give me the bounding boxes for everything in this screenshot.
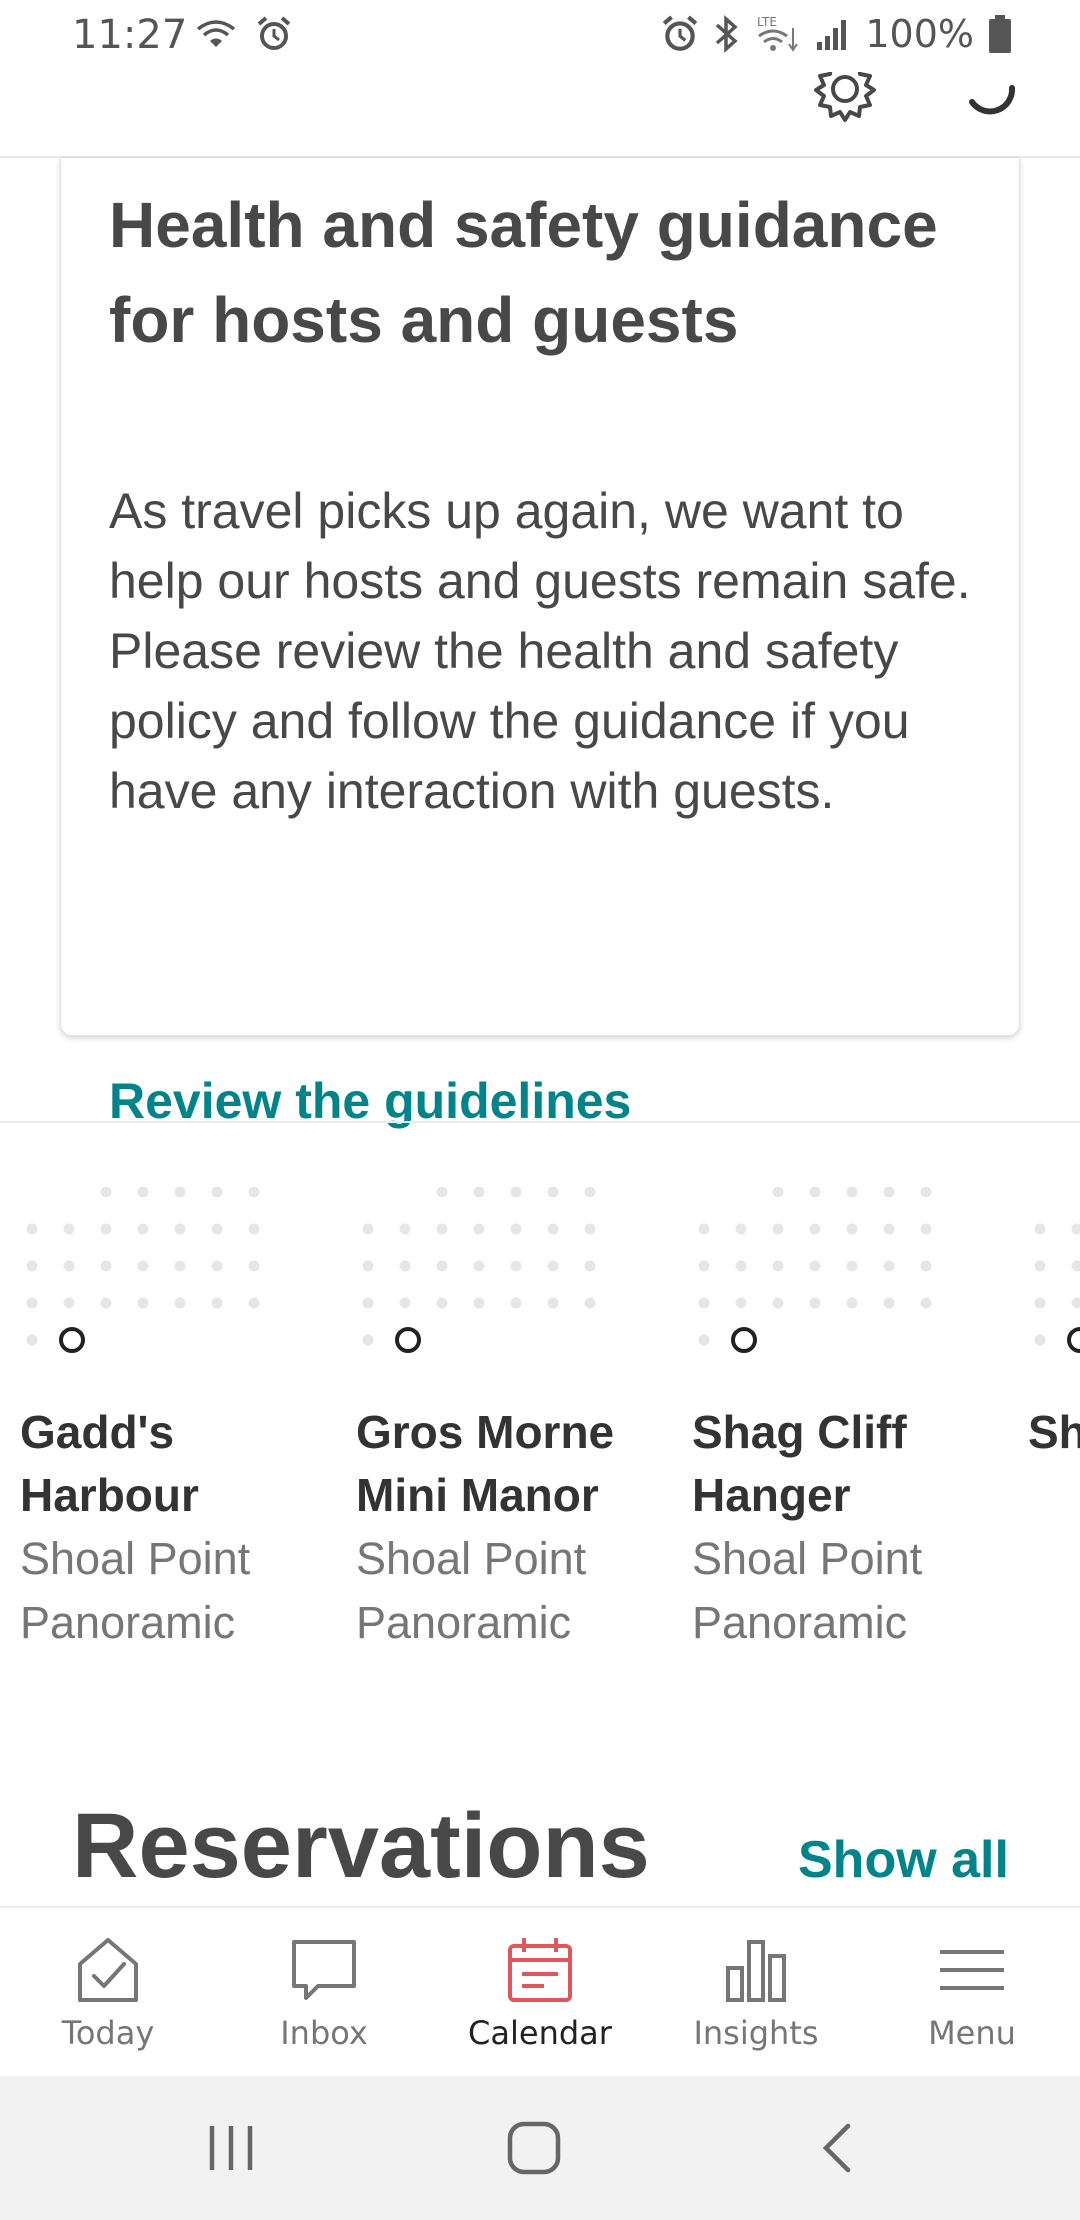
listing-name: Shag Cliff Hanger	[692, 1406, 907, 1521]
nav-item-insights[interactable]: Insights	[648, 1908, 864, 2078]
card-title: Health and safety guidance for hosts and…	[109, 189, 938, 356]
svg-text:LTE: LTE	[757, 15, 777, 29]
status-time: 11:27	[72, 12, 188, 58]
show-all-link[interactable]: Show all	[798, 1830, 1009, 1890]
health-safety-card: Health and safety guidance for hosts and…	[60, 158, 1020, 1129]
listing-name: Sh Pa	[1028, 1406, 1080, 1458]
nav-label: Inbox	[280, 2014, 368, 2052]
calendar-icon	[508, 1938, 572, 2002]
back-icon[interactable]	[818, 2120, 858, 2176]
lte-wifi-icon: LTE	[757, 15, 799, 52]
nav-item-calendar[interactable]: Calendar	[432, 1908, 648, 2078]
wifi-calling-icon	[196, 20, 236, 47]
listing-subtitle: Shoal Point Panoramic	[356, 1533, 587, 1648]
recent-apps-icon[interactable]	[206, 2120, 256, 2176]
nav-label: Insights	[693, 2014, 819, 2052]
signal-icon	[817, 20, 847, 50]
listing-calendar-dots-icon	[698, 1186, 932, 1353]
listing-calendar-dots-icon	[1034, 1223, 1080, 1353]
nav-label: Today	[61, 2014, 155, 2052]
listing-card[interactable]: Shag Cliff Hanger Shoal Point Panoramic	[692, 1170, 1012, 1655]
today-check-icon	[78, 1938, 138, 2002]
nav-item-today[interactable]: Today	[0, 1908, 216, 2078]
battery-percent: 100%	[865, 12, 974, 56]
listing-calendar-dots-icon	[26, 1186, 260, 1353]
nav-label: Menu	[928, 2014, 1016, 2052]
nav-item-menu[interactable]: Menu	[864, 1908, 1080, 2078]
listing-subtitle: Shoal Point Panoramic	[692, 1533, 923, 1648]
nav-item-inbox[interactable]: Inbox	[216, 1908, 432, 2078]
battery-icon	[989, 15, 1011, 53]
listing-card[interactable]: Gros Morne Mini Manor Shoal Point Panora…	[356, 1170, 676, 1655]
alarm-icon	[663, 15, 698, 51]
insights-bars-icon	[726, 1940, 786, 2002]
inbox-chat-icon	[292, 1940, 356, 2000]
menu-icon	[940, 1950, 1004, 1990]
nav-label: Calendar	[468, 2014, 612, 2052]
section-divider	[0, 1121, 1080, 1123]
listing-name: Gadd's Harbour	[20, 1406, 199, 1521]
app-header	[0, 72, 1080, 158]
listing-subtitle: Shoal Point Panoramic	[20, 1533, 251, 1648]
system-nav-bar	[0, 2076, 1080, 2220]
listing-name: Gros Morne Mini Manor	[356, 1406, 615, 1521]
status-bar: 11:27 LTE 100%	[0, 0, 1080, 72]
listings-carousel[interactable]: Gadd's Harbour Shoal Point Panoramic Gro…	[0, 1170, 1080, 1690]
listing-card[interactable]: Gadd's Harbour Shoal Point Panoramic	[20, 1170, 340, 1655]
home-icon[interactable]	[506, 2120, 562, 2176]
settings-gear-icon[interactable]	[808, 72, 882, 126]
reservations-title: Reservations	[72, 1795, 650, 1897]
card-body: As travel picks up again, we want to hel…	[109, 483, 971, 819]
loading-spinner-icon	[969, 85, 1016, 115]
listing-calendar-dots-icon	[362, 1186, 596, 1353]
listing-card[interactable]: Sh Pa	[1028, 1170, 1080, 1464]
alarm-icon	[257, 16, 291, 50]
bottom-nav: Today Inbox Calendar Insights Menu	[0, 1906, 1080, 2076]
bluetooth-icon	[716, 15, 738, 53]
